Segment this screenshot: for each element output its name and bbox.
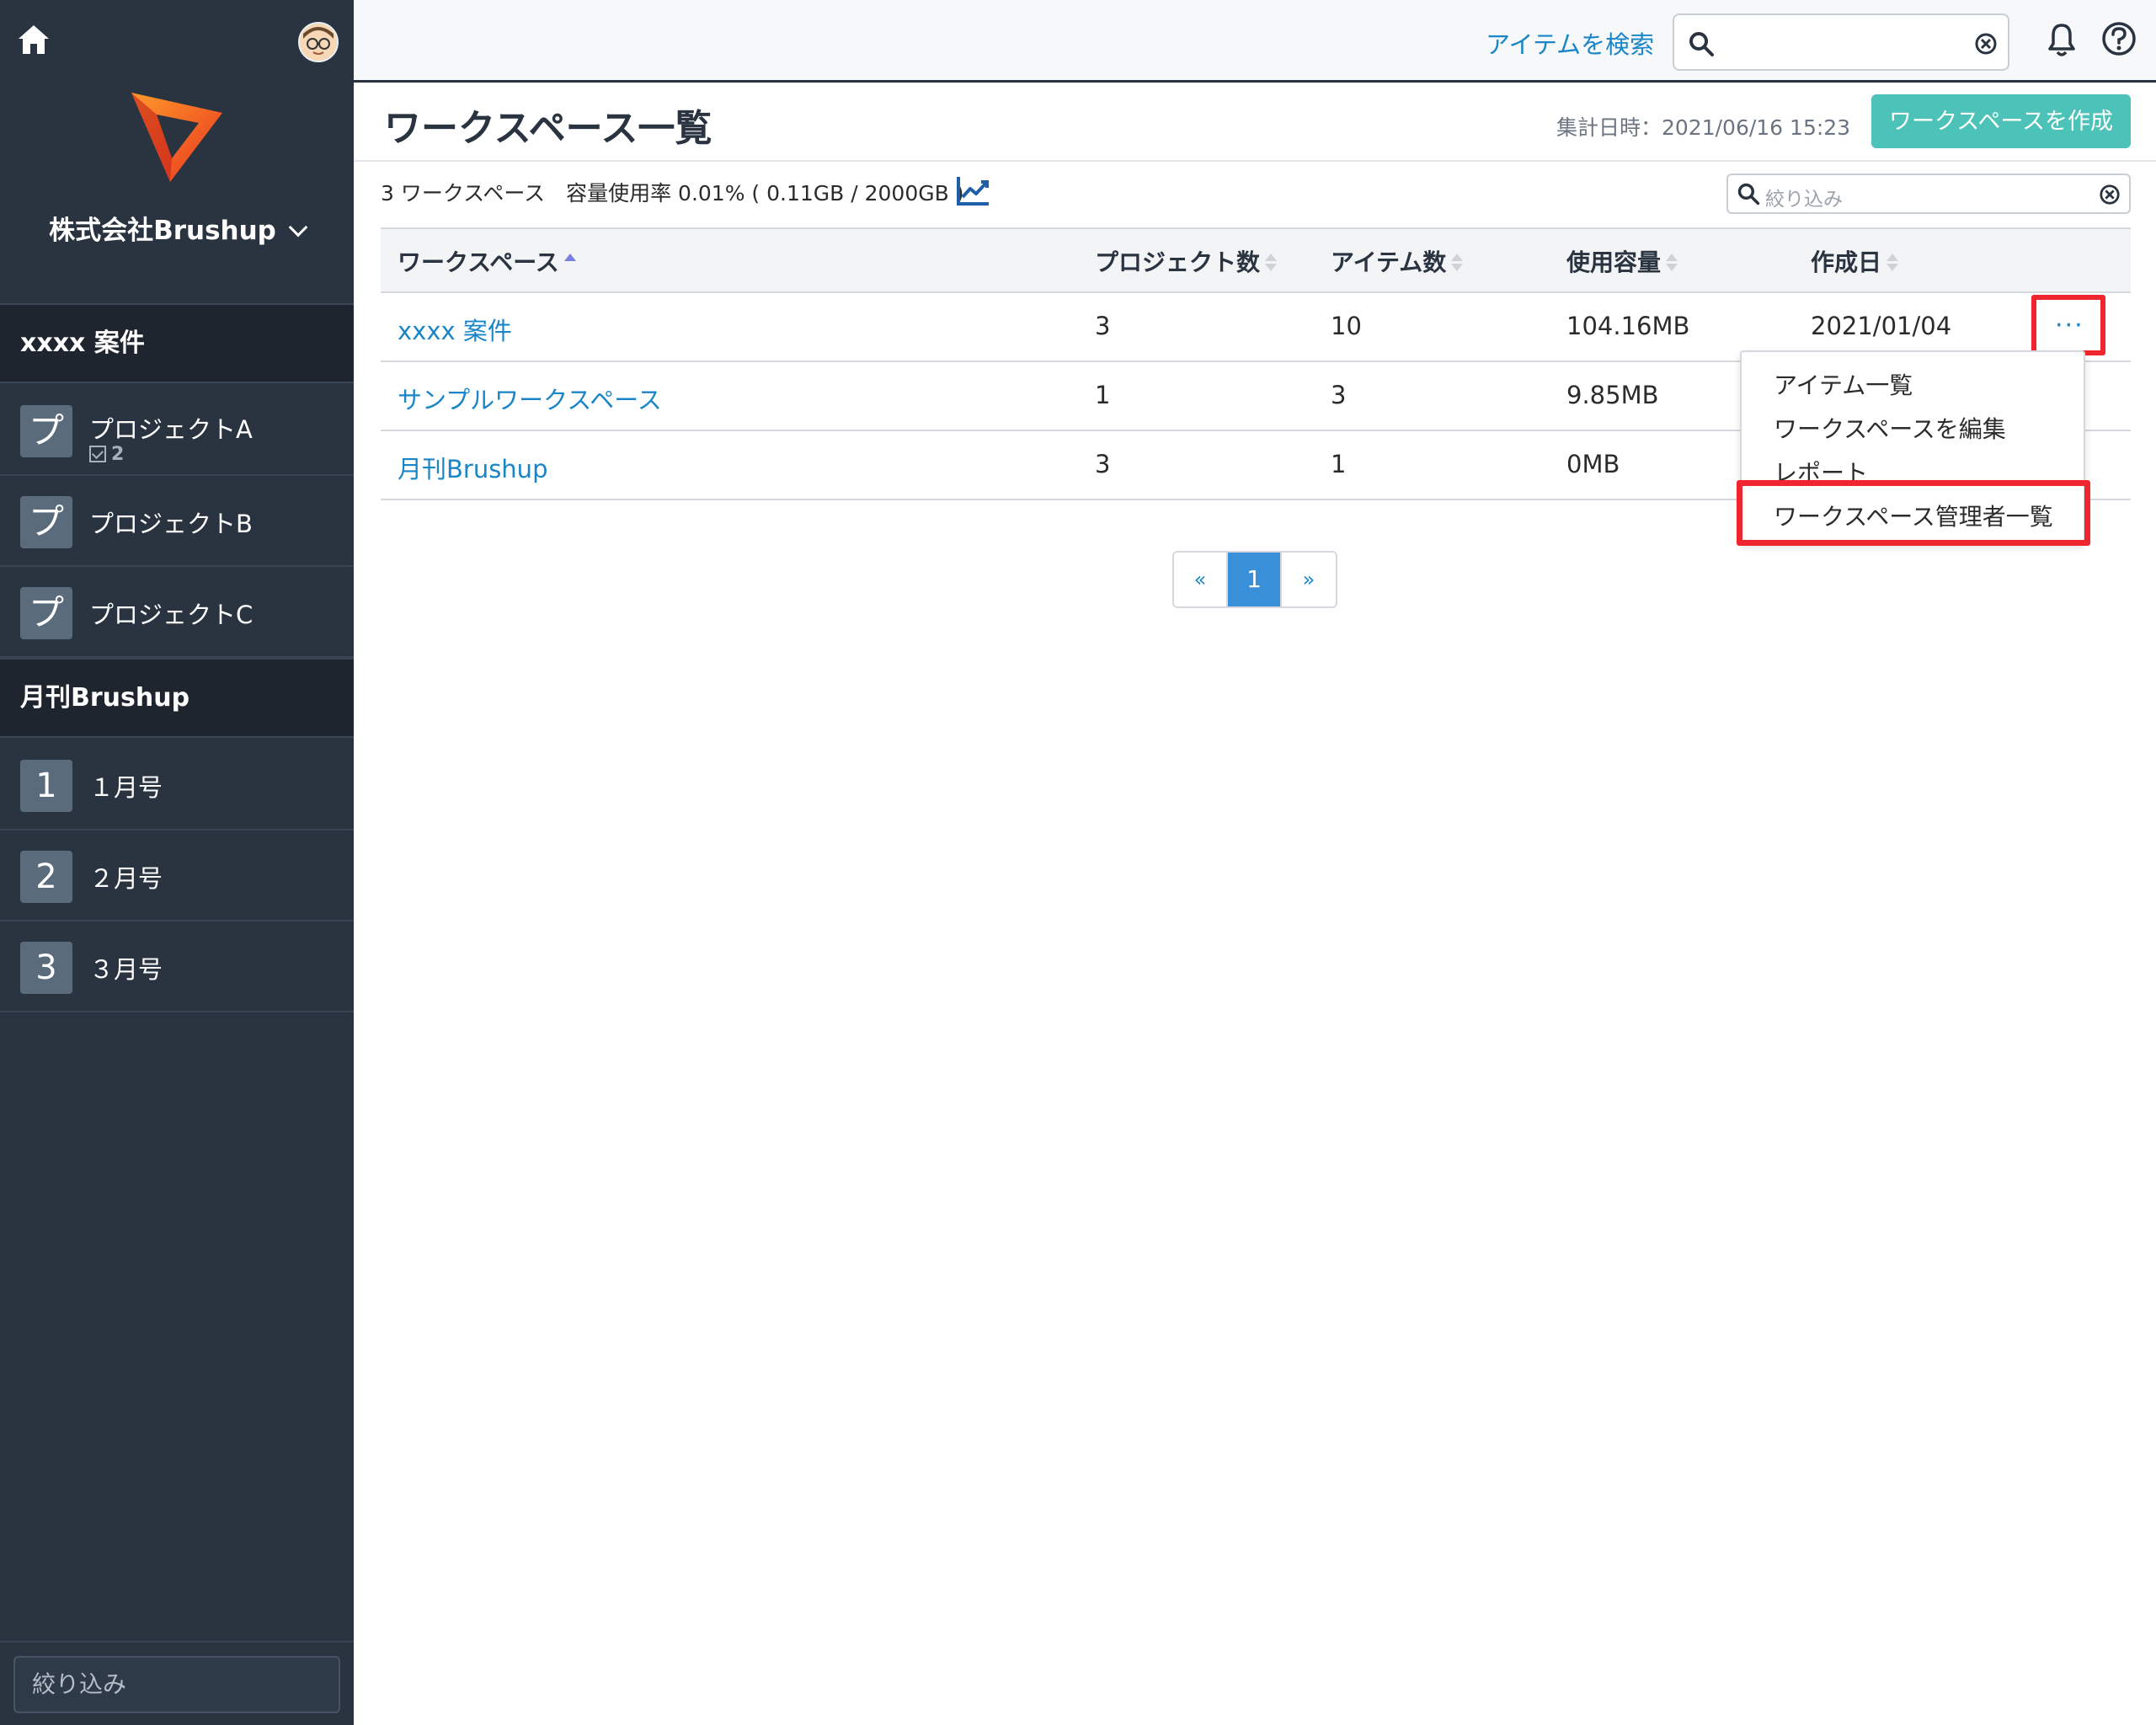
sidebar-item-project-b[interactable]: プ プロジェクトB <box>0 476 354 567</box>
clear-icon[interactable] <box>2099 184 2121 209</box>
chevron-down-icon <box>288 217 308 238</box>
storage-summary: 3 ワークスペース 容量使用率 0.01% ( 0.11GB / 2000GB … <box>381 181 964 206</box>
usage: 104.16MB <box>1566 312 1690 340</box>
project-icon: 1 <box>20 760 72 812</box>
workspace-title: xxxx 案件 <box>20 328 145 358</box>
column-label: アイテム数 <box>1331 248 1447 276</box>
sidebar-item-issue-3[interactable]: 3 ３月号 <box>0 921 354 1012</box>
more-icon: ··· <box>2055 311 2084 340</box>
usage-chart-icon[interactable] <box>955 174 992 211</box>
column-header-usage[interactable]: 使用容量 <box>1566 244 1678 278</box>
sidebar-item-project-c[interactable]: プ プロジェクトC <box>0 567 354 658</box>
column-header-created[interactable]: 作成日 <box>1811 244 1899 278</box>
top-bar: アイテムを検索 <box>354 0 2156 83</box>
clear-icon[interactable] <box>1974 32 1998 59</box>
sidebar-item-project-a[interactable]: プ プロジェクトA 2 <box>0 385 354 476</box>
sidebar-filter-area: 絞り込み <box>0 1641 354 1725</box>
task-count: 2 <box>89 444 124 465</box>
filter-placeholder: 絞り込み <box>1765 189 1843 211</box>
brushup-logo <box>126 88 227 185</box>
column-label: 作成日 <box>1811 248 1882 276</box>
workspace-link[interactable]: 月刊Brushup <box>398 450 547 485</box>
page-title: ワークスペース一覧 <box>384 107 712 150</box>
menu-item-item-list[interactable]: アイテム一覧 <box>1774 367 1913 401</box>
project-name: プロジェクトB <box>89 510 253 538</box>
page-next-button[interactable]: » <box>1282 553 1336 606</box>
column-header-projects[interactable]: プロジェクト数 <box>1095 244 1278 278</box>
item-count: 3 <box>1331 381 1347 409</box>
sort-icon <box>1451 254 1464 272</box>
avatar[interactable] <box>298 22 339 62</box>
project-name: プロジェクトA <box>89 415 253 444</box>
table-header: ワークスペース プロジェクト数 アイテム数 使用容量 作成日 <box>381 227 2131 293</box>
usage: 9.85MB <box>1566 381 1659 409</box>
project-icon: 2 <box>20 851 72 903</box>
column-header-items[interactable]: アイテム数 <box>1331 244 1464 278</box>
project-name: ２月号 <box>89 864 163 893</box>
project-icon: プ <box>20 496 72 548</box>
project-name: １月号 <box>89 773 163 802</box>
row-more-button[interactable]: ··· <box>2031 295 2105 355</box>
sort-icon <box>1265 254 1278 272</box>
search-icon <box>1737 182 1760 209</box>
page-current-button[interactable]: 1 <box>1228 553 1282 606</box>
project-count: 1 <box>1095 381 1111 409</box>
workspace-link[interactable]: サンプルワークスペース <box>398 381 662 416</box>
project-icon: プ <box>20 405 72 457</box>
column-label: 使用容量 <box>1566 248 1662 276</box>
aggregated-timestamp: 集計日時：2021/06/16 15:23 <box>1556 115 1851 140</box>
home-icon[interactable] <box>15 20 52 57</box>
sort-icon <box>1666 254 1678 272</box>
item-search-input[interactable] <box>1673 13 2009 71</box>
column-label: ワークスペース <box>398 248 559 276</box>
column-header-workspace[interactable]: ワークスペース <box>398 244 576 278</box>
company-name: 株式会社Brushup <box>49 216 276 246</box>
create-workspace-button[interactable]: ワークスペースを作成 <box>1871 94 2131 148</box>
sidebar-filter-input[interactable]: 絞り込み <box>13 1656 340 1713</box>
highlight-box <box>1737 480 2090 546</box>
project-name: プロジェクトC <box>89 601 253 629</box>
project-name: ３月号 <box>89 955 163 984</box>
created-date: 2021/01/04 <box>1811 312 1952 340</box>
item-count: 1 <box>1331 450 1347 478</box>
sidebar: 株式会社Brushup xxxx 案件 プ プロジェクトA 2 プ プロジェクト… <box>0 0 354 1725</box>
workspace-header[interactable]: 月刊Brushup <box>0 658 354 738</box>
help-icon[interactable] <box>2100 20 2137 61</box>
task-count-value: 2 <box>111 444 125 465</box>
sidebar-item-issue-2[interactable]: 2 ２月号 <box>0 830 354 921</box>
task-check-icon <box>89 446 106 462</box>
workspace-header[interactable]: xxxx 案件 <box>0 303 354 383</box>
workspace-title: 月刊Brushup <box>20 683 190 713</box>
item-count: 10 <box>1331 312 1362 340</box>
search-icon <box>1688 30 1715 61</box>
project-icon: プ <box>20 587 72 639</box>
company-switcher[interactable]: 株式会社Brushup <box>0 209 354 247</box>
project-count: 3 <box>1095 450 1111 478</box>
project-count: 3 <box>1095 312 1111 340</box>
sort-asc-icon <box>563 254 576 272</box>
workspace-link[interactable]: xxxx 案件 <box>398 312 512 347</box>
pagination: « 1 » <box>1172 551 1337 608</box>
page-prev-button[interactable]: « <box>1174 553 1228 606</box>
item-search-link[interactable]: アイテムを検索 <box>1486 25 1654 61</box>
divider <box>354 160 2156 162</box>
workspace-filter-input[interactable]: 絞り込み <box>1726 174 2131 214</box>
menu-item-edit-workspace[interactable]: ワークスペースを編集 <box>1774 411 2006 445</box>
bell-icon[interactable] <box>2043 20 2080 62</box>
usage: 0MB <box>1566 450 1620 478</box>
project-icon: 3 <box>20 942 72 994</box>
sort-icon <box>1886 254 1899 272</box>
column-label: プロジェクト数 <box>1095 248 1261 276</box>
sidebar-item-issue-1[interactable]: 1 １月号 <box>0 740 354 830</box>
